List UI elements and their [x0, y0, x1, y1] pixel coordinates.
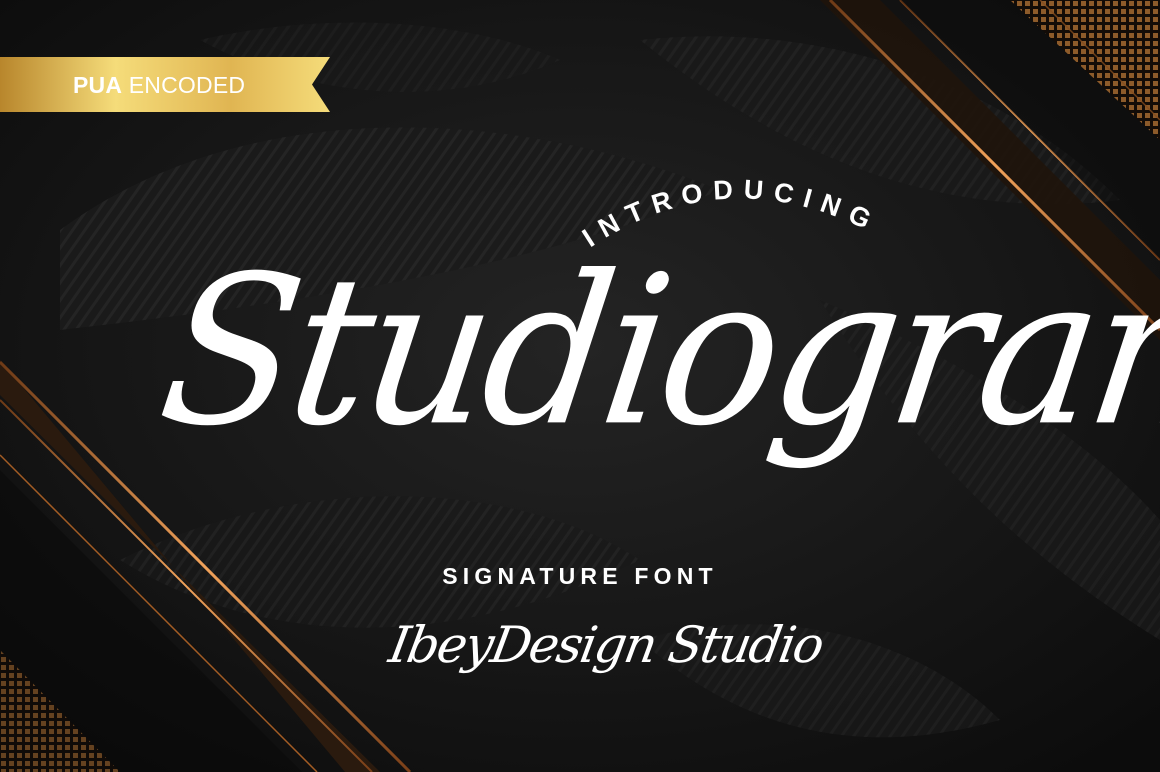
font-title: Studiogrand	[148, 232, 1160, 472]
studio-name: IbeyDesign Studio	[384, 616, 827, 674]
pua-encoded-ribbon: PUA ENCODED	[0, 57, 330, 112]
ribbon-bold-text: PUA	[73, 72, 123, 98]
banner: PUA ENCODED INTRODUCING Studiogrand SIGN…	[0, 0, 1160, 772]
subtitle: SIGNATURE FONT	[442, 563, 718, 589]
ribbon-light-text: ENCODED	[128, 72, 246, 98]
